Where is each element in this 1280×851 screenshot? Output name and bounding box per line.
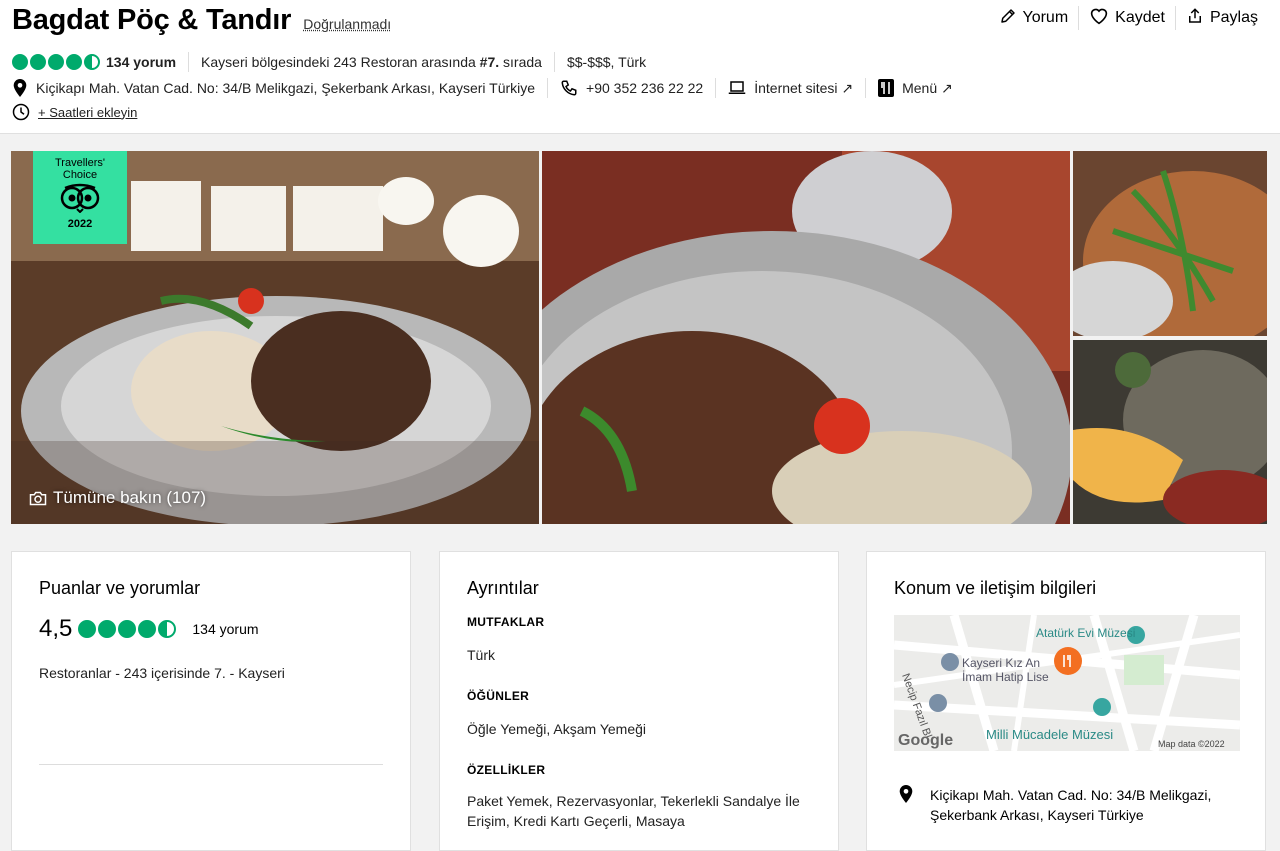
- menu-icon: [878, 79, 895, 97]
- review-count-link[interactable]: 134 yorum: [106, 54, 176, 70]
- ratings-card: Puanlar ve yorumlar 4,5 134 yorum Restor…: [11, 551, 411, 851]
- clock-icon: [12, 103, 30, 121]
- card-divider: [39, 764, 383, 765]
- divider: [715, 78, 717, 98]
- title-row: Bagdat Pöç & Tandır Doğrulanmadı: [12, 4, 391, 37]
- badge-line-1: Travellers': [55, 157, 105, 169]
- features-value: Paket Yemek, Rezervasyonlar, Tekerlekli …: [467, 793, 800, 829]
- contact-row: Kiçikapı Mah. Vatan Cad. No: 34/B Melikg…: [12, 78, 953, 98]
- map-label-kiz: Kayseri Kız An: [962, 656, 1040, 670]
- review-button[interactable]: Yorum: [989, 6, 1080, 30]
- rating-bubble: [66, 54, 82, 70]
- score-row: 4,5 134 yorum: [39, 615, 383, 643]
- owl-logo-icon: [57, 183, 103, 216]
- header-actions: Yorum Kaydet Paylaş: [989, 6, 1258, 30]
- ratings-rank[interactable]: Restoranlar - 243 içerisinde 7. - Kayser…: [39, 665, 383, 681]
- rank-text[interactable]: Kayseri bölgesindeki 243 Restoran arasın…: [201, 54, 542, 70]
- rank-prefix: Kayseri bölgesindeki 243 Restoran arasın…: [201, 54, 480, 70]
- address-link[interactable]: Kiçikapı Mah. Vatan Cad. No: 34/B Melikg…: [36, 80, 535, 96]
- meals-label: ÖĞÜNLER: [467, 689, 530, 703]
- share-label: Paylaş: [1209, 9, 1258, 26]
- camera-icon: [29, 491, 47, 506]
- rating-bubble: [48, 54, 64, 70]
- photo-2[interactable]: [542, 151, 1070, 524]
- photo-4[interactable]: [1073, 340, 1267, 524]
- ratings-review-count[interactable]: 134 yorum: [192, 621, 258, 637]
- restaurant-title: Bagdat Pöç & Tandır: [12, 4, 292, 36]
- badge-line-2: Choice: [62, 169, 98, 181]
- ratings-card-title: Puanlar ve yorumlar: [39, 578, 201, 598]
- features-label: ÖZELLİKLER: [467, 763, 546, 777]
- restaurant-map-pin: [1054, 647, 1082, 675]
- add-hours-link[interactable]: + Saatleri ekleyin: [38, 105, 137, 120]
- details-card: Ayrıntılar MUTFAKLAR Türk ÖĞÜNLER Öğle Y…: [439, 551, 839, 851]
- pencil-icon: [999, 7, 1023, 30]
- phone-icon: [560, 79, 578, 97]
- school-marker-icon: [941, 653, 959, 671]
- details-card-title: Ayrıntılar: [467, 578, 539, 598]
- location-pin-icon: [12, 79, 28, 97]
- review-label: Yorum: [1022, 9, 1069, 26]
- price-cuisine: $$-$$$, Türk: [566, 54, 647, 70]
- museum-marker-icon: [1093, 698, 1111, 716]
- place-marker-icon: [929, 694, 947, 712]
- travellers-choice-badge: Travellers' Choice 2022: [33, 151, 127, 244]
- location-card: Konum ve iletişim bilgileri Atatürk Evi …: [866, 551, 1266, 851]
- main-photo[interactable]: Travellers' Choice 2022 Tümüne bakın (10…: [11, 151, 539, 524]
- rating-bubble: [78, 620, 97, 638]
- map-data-credit: Map data ©2022: [1158, 739, 1225, 749]
- dish-photo-3: [1073, 151, 1267, 336]
- website-link[interactable]: İnternet sitesi ↗: [754, 80, 853, 97]
- divider: [865, 78, 867, 98]
- rating-row: 134 yorum Kayseri bölgesindeki 243 Resto…: [12, 52, 646, 72]
- rating-bubbles: [78, 620, 177, 638]
- location-map[interactable]: Atatürk Evi Müzesi Kayseri Kız An İmam H…: [894, 615, 1240, 751]
- hours-row: + Saatleri ekleyin: [12, 103, 137, 121]
- rank-number: #7.: [479, 54, 500, 70]
- rating-bubble: [138, 620, 157, 638]
- map-label-milli: Milli Mücadele Müzesi: [986, 727, 1113, 742]
- divider: [188, 52, 190, 72]
- rating-bubble-half: [158, 620, 177, 638]
- map-graphic: Atatürk Evi Müzesi Kayseri Kız An İmam H…: [894, 615, 1240, 751]
- rating-bubble: [30, 54, 46, 70]
- share-icon: [1186, 7, 1210, 30]
- location-card-title: Konum ve iletişim bilgileri: [894, 578, 1097, 598]
- phone-link[interactable]: +90 352 236 22 22: [586, 80, 703, 96]
- rating-bubble: [98, 620, 117, 638]
- heart-icon: [1089, 7, 1115, 30]
- badge-year: 2022: [67, 218, 93, 230]
- location-pin-icon: [898, 785, 914, 825]
- rating-bubble: [12, 54, 28, 70]
- rating-score: 4,5: [39, 615, 73, 642]
- save-label: Kaydet: [1115, 9, 1165, 26]
- photo-gallery: Travellers' Choice 2022 Tümüne bakın (10…: [11, 151, 1267, 524]
- rating-bubble-half: [84, 54, 100, 70]
- rating-bubble: [118, 620, 137, 638]
- cuisines-value: Türk: [467, 647, 495, 663]
- divider: [547, 78, 549, 98]
- save-button[interactable]: Kaydet: [1079, 6, 1176, 30]
- restaurant-header: Bagdat Pöç & Tandır Doğrulanmadı Yorum K…: [0, 0, 1280, 134]
- see-all-photos-button[interactable]: Tümüne bakın (107): [29, 488, 206, 508]
- map-label-imam: İmam Hatip Lise: [962, 670, 1049, 684]
- laptop-icon: [728, 80, 746, 96]
- unverified-link[interactable]: Doğrulanmadı: [303, 16, 391, 32]
- divider: [553, 52, 555, 72]
- menu-link[interactable]: Menü ↗: [902, 80, 953, 97]
- dish-photo-2: [542, 151, 1070, 524]
- rank-suffix: sırada: [499, 54, 542, 70]
- photo-3[interactable]: [1073, 151, 1267, 336]
- share-button[interactable]: Paylaş: [1176, 6, 1258, 30]
- google-logo: Google: [898, 732, 953, 749]
- meals-value: Öğle Yemeği, Akşam Yemeği: [467, 721, 647, 737]
- rating-bubbles: [12, 54, 100, 70]
- location-address-row: Kiçikapı Mah. Vatan Cad. No: 34/B Melikg…: [894, 785, 1238, 825]
- map-label-ataturk: Atatürk Evi Müzesi: [1036, 626, 1135, 640]
- dish-photo-4: [1073, 340, 1267, 524]
- location-address[interactable]: Kiçikapı Mah. Vatan Cad. No: 34/B Melikg…: [930, 785, 1238, 825]
- see-all-label: Tümüne bakın (107): [53, 488, 207, 507]
- cuisines-label: MUTFAKLAR: [467, 615, 545, 629]
